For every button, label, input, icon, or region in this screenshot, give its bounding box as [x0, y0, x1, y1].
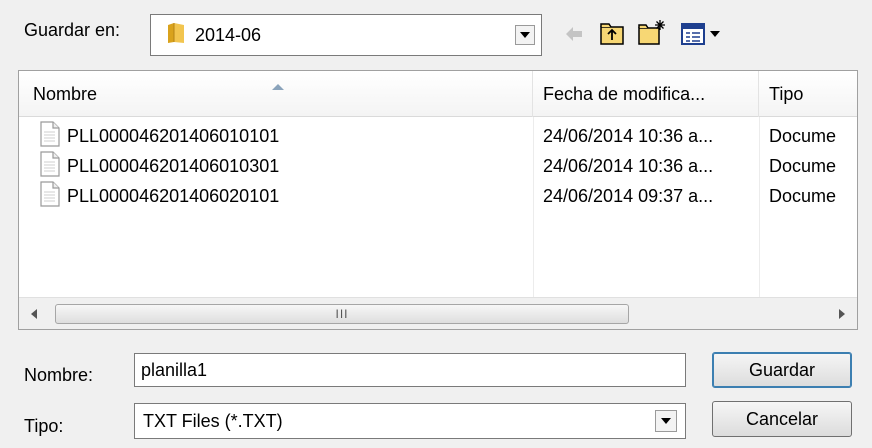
save-in-folder-name: 2014-06	[195, 24, 262, 45]
scrollbar-thumb[interactable]: III	[55, 304, 629, 324]
filename-input[interactable]	[134, 353, 686, 387]
document-icon	[39, 121, 61, 151]
scroll-left-icon[interactable]	[19, 298, 49, 329]
file-name: PLL000046201406010101	[67, 125, 280, 146]
save-in-dropdown-button[interactable]	[515, 25, 535, 45]
document-icon	[39, 151, 61, 181]
folder-icon	[167, 22, 185, 49]
file-type: Docume	[769, 155, 837, 176]
new-folder-icon[interactable]	[636, 18, 668, 48]
filetype-label: Tipo:	[24, 416, 64, 436]
file-name: PLL000046201406020101	[67, 185, 280, 206]
scroll-grip: III	[335, 307, 349, 321]
file-name: PLL000046201406010301	[67, 155, 280, 176]
sort-up-icon	[271, 75, 285, 96]
table-row[interactable]: PLL000046201406010101 24/06/2014 10:36 a…	[19, 121, 857, 151]
table-row[interactable]: PLL000046201406010301 24/06/2014 10:36 a…	[19, 151, 857, 181]
table-row[interactable]: PLL000046201406020101 24/06/2014 09:37 a…	[19, 181, 857, 211]
column-header-date-label: Fecha de modifica...	[543, 83, 706, 104]
save-in-combobox[interactable]: 2014-06	[150, 14, 542, 56]
chevron-down-icon	[661, 418, 671, 424]
list-header: Nombre Fecha de modifica... Tipo	[19, 71, 857, 117]
save-in-label: Guardar en:	[24, 20, 121, 40]
file-date: 24/06/2014 10:36 a...	[543, 155, 714, 176]
column-header-name-label: Nombre	[33, 83, 98, 104]
horizontal-scrollbar[interactable]: III	[19, 297, 857, 329]
cancel-button[interactable]: Cancelar	[712, 401, 852, 437]
file-date: 24/06/2014 09:37 a...	[543, 185, 714, 206]
document-icon	[39, 181, 61, 211]
filetype-combobox[interactable]: TXT Files (*.TXT)	[134, 403, 686, 439]
file-date: 24/06/2014 10:36 a...	[543, 125, 714, 146]
filetype-value: TXT Files (*.TXT)	[143, 410, 283, 431]
up-folder-icon[interactable]	[598, 20, 626, 48]
view-menu-icon[interactable]	[680, 20, 728, 48]
file-type: Docume	[769, 185, 837, 206]
scroll-right-icon[interactable]	[827, 298, 857, 329]
column-header-type[interactable]: Tipo	[759, 71, 857, 117]
chevron-down-icon	[520, 32, 530, 38]
filetype-dropdown-button[interactable]	[655, 410, 677, 432]
back-arrow-icon[interactable]	[562, 22, 586, 46]
file-type: Docume	[769, 125, 837, 146]
column-header-type-label: Tipo	[769, 83, 804, 104]
save-button[interactable]: Guardar	[712, 352, 852, 388]
filename-label: Nombre:	[24, 365, 94, 385]
file-list[interactable]: Nombre Fecha de modifica... Tipo PLL0000…	[18, 70, 858, 330]
column-header-date[interactable]: Fecha de modifica...	[533, 71, 759, 117]
